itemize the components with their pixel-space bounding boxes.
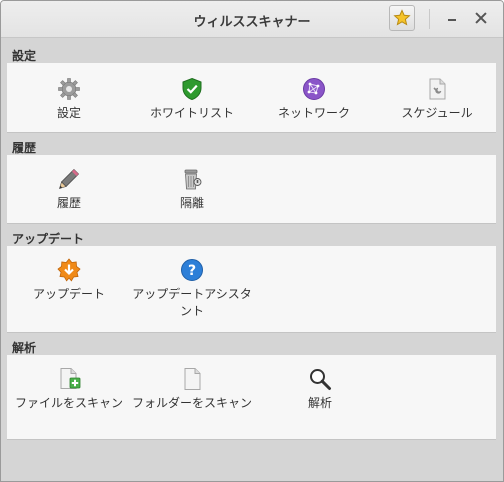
minimize-button[interactable]	[444, 10, 460, 26]
network-icon	[303, 78, 325, 100]
item-label: ホワイトリスト	[149, 106, 234, 120]
item-label: アップデート	[32, 287, 105, 301]
update-item[interactable]: アップデート	[4, 258, 134, 303]
star-icon	[393, 9, 411, 26]
titlebar[interactable]: ウィルススキャナー	[1, 1, 503, 38]
file-add-icon	[60, 368, 81, 389]
network-item[interactable]: ネットワーク	[249, 77, 379, 122]
quarantine-item[interactable]: 隔離	[127, 167, 257, 212]
item-label: 隔離	[179, 196, 204, 210]
history-item[interactable]: 履歴	[4, 167, 134, 212]
svg-text:?: ?	[188, 263, 196, 279]
history-panel: 履歴 隔離	[7, 155, 496, 224]
item-label: 解析	[307, 396, 332, 410]
update-panel: アップデート ? アップデートアシスタント	[7, 246, 496, 333]
section-header-analysis: 解析	[1, 336, 503, 355]
item-label: 履歴	[56, 196, 81, 210]
item-label: 設定	[56, 106, 81, 120]
section-header-history: 履歴	[1, 136, 503, 155]
section-title: 解析	[12, 341, 37, 355]
section-title: アップデート	[12, 232, 85, 246]
schedule-item[interactable]: スケジュール	[372, 77, 502, 122]
section-title: 履歴	[12, 141, 37, 155]
gear-icon	[58, 78, 80, 100]
app-window: ウィルススキャナー 設定 設定 ホワイトリスト ネットワーク スケジュール 履歴…	[0, 0, 504, 482]
settings-item[interactable]: 設定	[4, 77, 134, 122]
item-label: ファイルをスキャン	[14, 396, 123, 410]
window-title: ウィルススキャナー	[193, 15, 311, 30]
shield-check-icon	[182, 77, 202, 101]
document-icon	[184, 368, 201, 390]
analysis-panel: ファイルをスキャン フォルダーをスキャン 解析	[7, 355, 496, 440]
section-title: 設定	[12, 49, 37, 63]
update-assistant-item[interactable]: ? アップデートアシスタント	[127, 258, 257, 320]
whitelist-item[interactable]: ホワイトリスト	[127, 77, 257, 122]
item-label: アップデートアシスタント	[132, 287, 252, 318]
schedule-icon	[429, 78, 446, 100]
section-header-update: アップデート	[1, 227, 503, 246]
close-button[interactable]	[474, 11, 488, 25]
item-label: スケジュール	[401, 106, 473, 120]
scan-file-item[interactable]: ファイルをスキャン	[4, 367, 134, 412]
help-icon: ?	[181, 259, 203, 281]
magnifier-icon	[310, 369, 331, 390]
section-header-settings: 設定	[1, 44, 503, 63]
scan-folder-item[interactable]: フォルダーをスキャン	[127, 367, 257, 412]
item-label: ネットワーク	[277, 106, 350, 120]
item-label: フォルダーをスキャン	[131, 396, 252, 410]
pencil-icon	[59, 168, 80, 189]
titlebar-separator	[429, 9, 430, 29]
trash-icon	[184, 169, 202, 190]
analysis-item[interactable]: 解析	[255, 367, 385, 412]
favorite-button[interactable]	[389, 5, 415, 31]
settings-panel: 設定 ホワイトリスト ネットワーク スケジュール	[7, 63, 496, 133]
update-icon	[57, 258, 81, 282]
